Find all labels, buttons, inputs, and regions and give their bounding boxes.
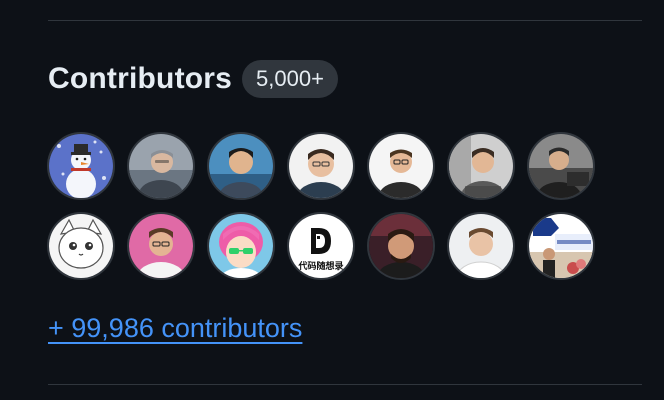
bottom-divider [48,384,642,385]
cartoon-cat-avatar[interactable] [47,212,115,280]
contributors-heading: Contributors 5,000+ [48,57,338,101]
contributor-avatar[interactable] [367,212,435,280]
contributor-avatar[interactable] [447,132,515,200]
contributors-panel: Contributors 5,000+ 代码随想录 + 99,986 contr… [0,0,664,400]
contributor-avatar[interactable] [127,212,195,280]
event-banner-avatar[interactable] [527,212,595,280]
contributor-avatar[interactable] [527,132,595,200]
logo-text: 代码随想录 [297,260,343,272]
more-contributors-link[interactable]: + 99,986 contributors [48,313,302,344]
contributor-avatar[interactable] [287,132,355,200]
snowman-avatar[interactable] [47,132,115,200]
logo-avatar[interactable]: 代码随想录 [287,212,355,280]
avatar-grid: 代码随想录 [47,132,595,280]
contributor-avatar[interactable] [367,132,435,200]
contributor-avatar[interactable] [127,132,195,200]
contributors-count-badge: 5,000+ [242,60,338,98]
top-divider [48,20,642,21]
contributors-title[interactable]: Contributors [48,62,232,96]
contributor-avatar[interactable] [207,132,275,200]
anime-character-avatar[interactable] [207,212,275,280]
contributor-avatar[interactable] [447,212,515,280]
